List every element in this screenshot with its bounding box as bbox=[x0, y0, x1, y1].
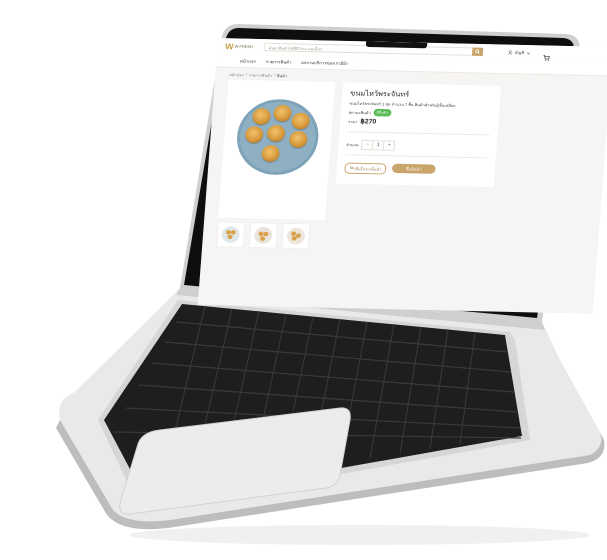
user-icon bbox=[507, 50, 513, 55]
product-info-panel: ขนมไหว้พระจันทร์ ขนมไหว้พระจันทร์ 1 ชุด … bbox=[335, 82, 502, 188]
mooncake bbox=[291, 112, 311, 130]
quantity-increase-button[interactable]: + bbox=[384, 141, 395, 150]
thumbnail-3[interactable] bbox=[281, 222, 311, 250]
price-label: ราคา bbox=[347, 119, 358, 125]
browser-page: W W FRESH ค้นหาสินค้าได้ที่นี่ ร้าน และอ… bbox=[197, 38, 607, 314]
logo-icon: W bbox=[224, 41, 235, 52]
mooncake bbox=[251, 107, 272, 125]
breadcrumb-current: สินค้า bbox=[276, 73, 288, 79]
cart-icon bbox=[349, 166, 354, 170]
product-image-panel bbox=[218, 79, 336, 221]
breadcrumb-category[interactable]: รายการสินค้า bbox=[248, 72, 273, 79]
quantity-input[interactable]: 1 bbox=[372, 141, 385, 150]
cart-icon bbox=[543, 54, 550, 61]
product-image[interactable] bbox=[234, 98, 322, 176]
stock-label: สถานะสินค้า bbox=[348, 109, 371, 115]
price-row: ราคา ฿270 bbox=[347, 117, 377, 126]
price-value: ฿270 bbox=[360, 118, 377, 126]
add-to-cart-label: เพิ่มในรถเข็นช้า bbox=[353, 165, 382, 172]
chevron-down-icon bbox=[526, 51, 530, 55]
search-button[interactable] bbox=[471, 47, 484, 57]
mooncake bbox=[288, 130, 308, 148]
product-title: ขนมไหว้พระจันทร์ bbox=[350, 88, 410, 99]
thumbnail-1[interactable] bbox=[215, 221, 246, 248]
search-icon bbox=[475, 49, 480, 54]
breadcrumb-separator: / bbox=[245, 71, 247, 77]
account-menu[interactable]: บัญชี bbox=[507, 48, 530, 57]
mooncake bbox=[261, 144, 281, 162]
cart-button[interactable] bbox=[543, 49, 552, 61]
quantity-label: จำนวน bbox=[346, 142, 359, 148]
quantity-stepper: − 1 + bbox=[361, 139, 396, 151]
breadcrumb: หน้าแรก / รายการสินค้า / สินค้า bbox=[229, 71, 288, 79]
site-logo[interactable]: W W FRESH bbox=[225, 41, 259, 53]
mooncake bbox=[272, 104, 293, 122]
nav-item-home[interactable]: หน้าแรก bbox=[240, 58, 257, 65]
nav-item-products[interactable]: รายการสินค้า bbox=[266, 58, 292, 65]
divider bbox=[347, 131, 490, 136]
stock-row: สถานะสินค้า มีสินค้า bbox=[348, 108, 392, 117]
product-thumbnails bbox=[215, 221, 311, 250]
breadcrumb-separator: / bbox=[273, 72, 276, 78]
mooncake bbox=[244, 126, 264, 144]
thumbnail-2[interactable] bbox=[248, 222, 279, 249]
logo-text: W FRESH bbox=[234, 43, 254, 49]
account-label: บัญชี bbox=[514, 50, 525, 56]
stock-status-badge: มีสินค้า bbox=[373, 108, 392, 117]
quantity-row: จำนวน − 1 + bbox=[346, 139, 396, 151]
buy-now-button[interactable]: ซื้อสินค้า bbox=[391, 163, 436, 174]
add-to-cart-button[interactable]: เพิ่มในรถเข็นช้า bbox=[344, 162, 387, 175]
product-description: ขนมไหว้พระจันทร์ 1 ชุด จำนวน 7 ชิ้น สินค… bbox=[349, 100, 456, 108]
mooncake bbox=[266, 124, 286, 142]
divider bbox=[345, 154, 488, 159]
nav-item-services[interactable]: ผลงานบริการของเรามีผ้า bbox=[301, 59, 348, 67]
breadcrumb-home[interactable]: หน้าแรก bbox=[229, 71, 244, 78]
